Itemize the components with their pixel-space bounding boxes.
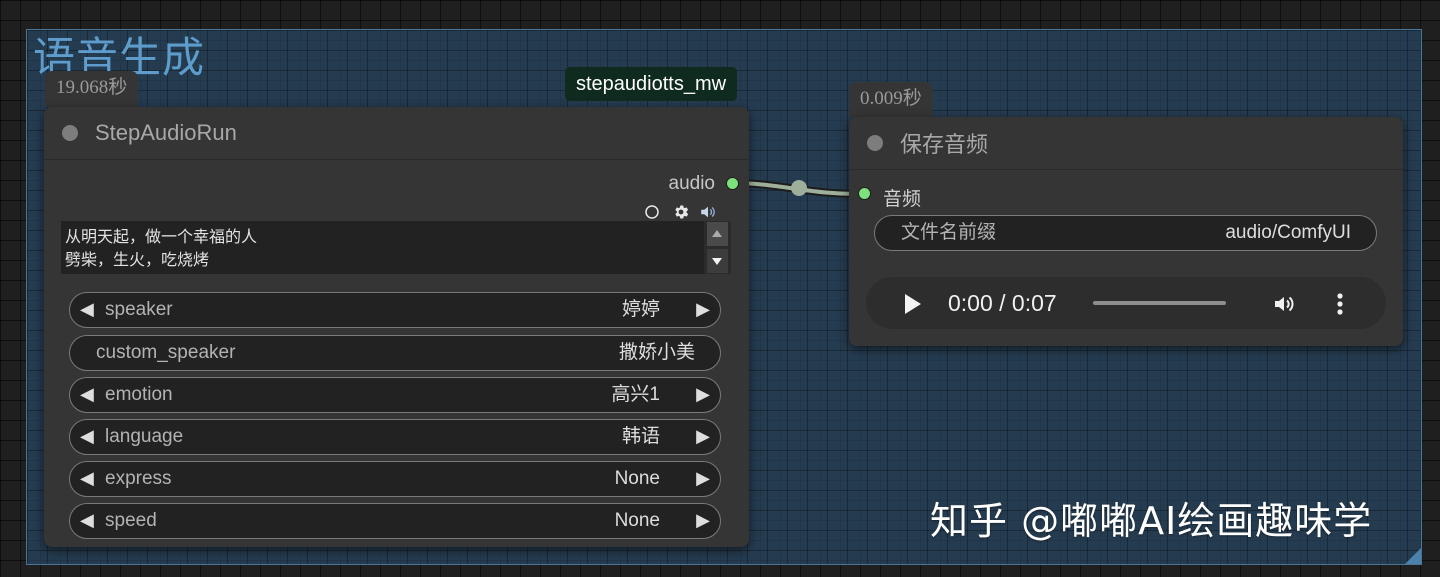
speaker-combo[interactable]: ◀ speaker 婷婷 ▶ <box>69 292 721 328</box>
step-node-header[interactable]: StepAudioRun <box>44 107 749 160</box>
text-input[interactable]: 从明天起，做一个幸福的人 劈柴，生火，吃烧烤 <box>61 221 731 274</box>
watermark: 知乎 @嘟嘟AI绘画趣味学 <box>930 499 1373 543</box>
emotion-label: emotion <box>105 384 173 405</box>
scroll-up-button[interactable] <box>707 222 728 246</box>
step-node-title: StepAudioRun <box>95 120 237 145</box>
scroll-down-button[interactable] <box>707 249 728 273</box>
language-prev-arrow[interactable]: ◀ <box>80 420 94 453</box>
language-label: language <box>105 426 184 447</box>
volume-icon[interactable] <box>1269 292 1299 316</box>
speaker-label: speaker <box>105 299 173 320</box>
speaker-value: 婷婷 <box>621 299 660 320</box>
edge-label: stepaudiotts_mw <box>565 67 738 101</box>
text-input-content[interactable]: 从明天起，做一个幸福的人 劈柴，生火，吃烧烤 <box>65 225 701 271</box>
speaker-icon <box>701 206 715 218</box>
collapse-dot[interactable] <box>62 125 78 141</box>
save-node-header[interactable]: 保存音频 <box>849 117 1403 170</box>
emotion-prev-arrow[interactable]: ◀ <box>80 378 94 411</box>
input-audio-slot[interactable] <box>858 187 871 200</box>
express-combo[interactable]: ◀ express None ▶ <box>69 461 721 497</box>
more-vertical-icon[interactable] <box>1336 292 1344 316</box>
custom-speaker-field[interactable]: custom_speaker 撒娇小美 <box>69 335 721 371</box>
player-time: 0:00 / 0:07 <box>948 290 1057 316</box>
language-next-arrow[interactable]: ▶ <box>696 420 710 453</box>
speaker-prev-arrow[interactable]: ◀ <box>80 293 94 326</box>
express-next-arrow[interactable]: ▶ <box>696 462 710 495</box>
output-audio-slot[interactable] <box>726 177 739 190</box>
input-audio-label: 音频 <box>883 189 922 210</box>
audio-player[interactable]: 0:00 / 0:07 <box>866 277 1386 329</box>
speed-prev-arrow[interactable]: ◀ <box>80 504 94 537</box>
speed-label: speed <box>105 510 157 531</box>
text-input-scrollbar[interactable] <box>704 221 731 274</box>
emotion-combo[interactable]: ◀ emotion 高兴1 ▶ <box>69 377 721 413</box>
circle-outline-icon <box>645 205 659 219</box>
speaker-next-arrow[interactable]: ▶ <box>696 293 710 326</box>
save-node-title: 保存音频 <box>900 132 989 157</box>
filename-prefix-field[interactable]: 文件名前缀 audio/ComfyUI <box>874 215 1377 251</box>
save-audio-node[interactable]: 保存音频 音频 文件名前缀 audio/ComfyUI 0:00 / 0:07 <box>849 117 1403 346</box>
filename-prefix-label: 文件名前缀 <box>901 222 997 243</box>
emotion-next-arrow[interactable]: ▶ <box>696 378 710 411</box>
speed-value: None <box>614 510 660 531</box>
save-node-timing-badge: 0.009秒 <box>849 82 933 118</box>
express-value: None <box>614 468 660 489</box>
link-midpoint <box>791 180 807 196</box>
custom-speaker-value: 撒娇小美 <box>618 342 695 363</box>
play-icon[interactable] <box>905 294 921 314</box>
custom-speaker-label: custom_speaker <box>96 342 236 363</box>
language-value: 韩语 <box>621 426 660 447</box>
filename-prefix-value: audio/ComfyUI <box>1225 222 1351 243</box>
text-input-line: 劈柴，生火，吃烧烤 <box>65 250 210 269</box>
speed-combo[interactable]: ◀ speed None ▶ <box>69 503 721 539</box>
output-audio-label: audio <box>668 173 716 194</box>
progress-track[interactable] <box>1093 301 1226 305</box>
emotion-value: 高兴1 <box>611 384 660 405</box>
speed-next-arrow[interactable]: ▶ <box>696 504 710 537</box>
express-prev-arrow[interactable]: ◀ <box>80 462 94 495</box>
express-label: express <box>105 468 172 489</box>
gear-icon <box>675 205 689 219</box>
language-combo[interactable]: ◀ language 韩语 ▶ <box>69 419 721 455</box>
step-node-timing-badge: 19.068秒 <box>45 71 139 107</box>
step-audio-run-node[interactable]: StepAudioRun audio 从明天起，做一个幸福的人 劈柴，生火，吃烧… <box>44 107 749 547</box>
text-input-line: 从明天起，做一个幸福的人 <box>65 227 258 246</box>
collapse-dot[interactable] <box>867 135 883 151</box>
